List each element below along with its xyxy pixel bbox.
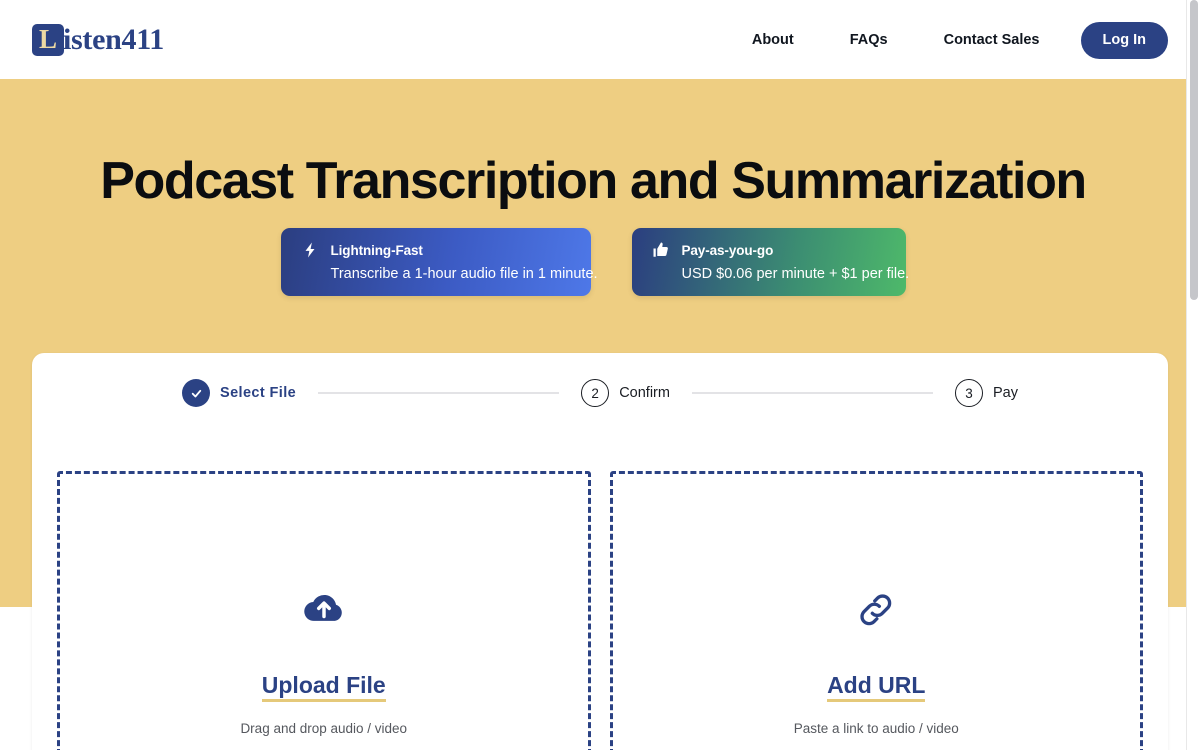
step-connector-1 (318, 392, 560, 394)
nav-link-contact-sales[interactable]: Contact Sales (916, 32, 1068, 48)
nav-link-faqs[interactable]: FAQs (822, 32, 916, 48)
badge-subtitle: USD $0.06 per minute + $1 per file. (681, 266, 910, 282)
logo-badge-icon: L (32, 24, 64, 56)
login-button[interactable]: Log In (1080, 21, 1168, 59)
site-header: L isten411 About FAQs Contact Sales Log … (0, 0, 1186, 79)
badge-header: Pay-as-you-go (652, 241, 886, 259)
progress-stepper: Select File 2 Confirm 3 Pay (32, 379, 1168, 407)
badge-title: Pay-as-you-go (681, 242, 774, 258)
lightning-bolt-icon (301, 241, 319, 259)
nav-link-about[interactable]: About (724, 32, 822, 48)
upload-file-title: Upload File (261, 673, 386, 703)
upload-file-subtitle: Drag and drop audio / video (240, 721, 408, 737)
page-viewport: L isten411 About FAQs Contact Sales Log … (0, 0, 1200, 750)
step-2-marker: 2 (581, 379, 610, 407)
step-confirm[interactable]: 2 Confirm (581, 379, 670, 407)
badge-title: Lightning-Fast (330, 242, 423, 258)
badge-lightning-fast: Lightning-Fast Transcribe a 1-hour audio… (280, 228, 598, 296)
step-3-label: Pay (993, 385, 1018, 401)
hero-badges: Lightning-Fast Transcribe a 1-hour audio… (0, 228, 1186, 296)
link-chain-icon (854, 588, 898, 632)
add-url-title: Add URL (827, 673, 926, 703)
logo[interactable]: L isten411 (32, 22, 164, 58)
add-url-dropzone[interactable]: Add URL Paste a link to audio / video (609, 471, 1143, 750)
add-url-subtitle: Paste a link to audio / video (793, 721, 959, 737)
step-pay[interactable]: 3 Pay (955, 379, 1018, 407)
badge-subtitle: Transcribe a 1-hour audio file in 1 minu… (330, 266, 598, 282)
step-select-file[interactable]: Select File (182, 379, 296, 407)
step-connector-2 (691, 392, 933, 394)
thumbs-up-icon (652, 241, 670, 259)
upload-card: Select File 2 Confirm 3 Pay Upload File … (32, 353, 1168, 750)
step-2-label: Confirm (619, 385, 670, 401)
cloud-upload-icon (302, 588, 346, 632)
step-1-check-icon (182, 379, 210, 407)
step-3-marker: 3 (955, 379, 983, 407)
main-navigation: About FAQs Contact Sales Log In (724, 21, 1168, 59)
badge-pay-as-you-go: Pay-as-you-go USD $0.06 per minute + $1 … (631, 228, 910, 296)
input-zones: Upload File Drag and drop audio / video … (57, 471, 1143, 750)
upload-file-dropzone[interactable]: Upload File Drag and drop audio / video (57, 471, 591, 750)
scrollbar-thumb[interactable] (1190, 0, 1198, 300)
step-1-label: Select File (220, 385, 297, 401)
page-title: Podcast Transcription and Summarization (100, 152, 1087, 210)
page-scrollbar[interactable] (1186, 0, 1200, 750)
badge-header: Lightning-Fast (301, 241, 571, 259)
logo-text: isten411 (63, 23, 164, 56)
